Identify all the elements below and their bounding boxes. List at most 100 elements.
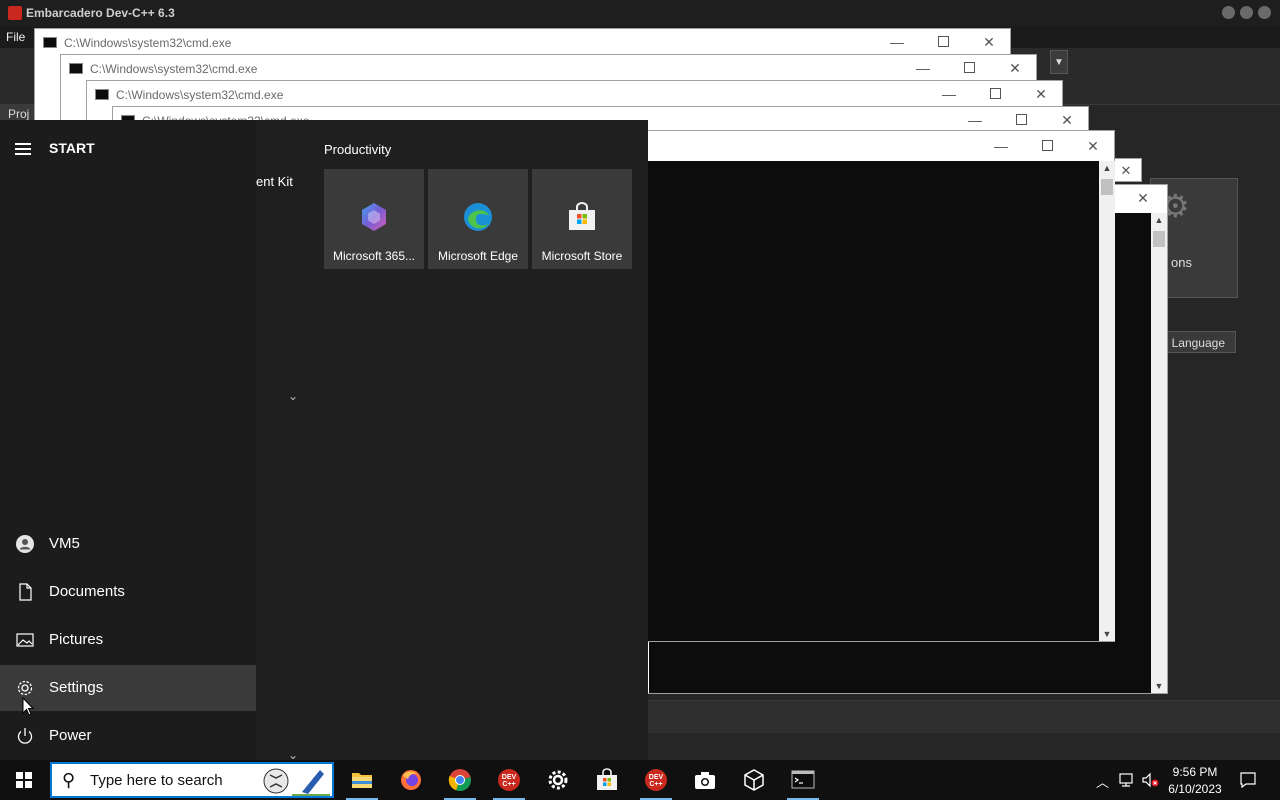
minimize-button[interactable]: — [929, 83, 969, 105]
taskbar-dev-cpp-2[interactable]: DEV C++ [632, 760, 680, 800]
clock-date: 6/10/2023 [1168, 782, 1222, 796]
cmd-title: C:\Windows\system32\cmd.exe [116, 88, 284, 102]
tile-label: Microsoft 365... [332, 249, 416, 263]
tile-microsoft-edge[interactable]: Microsoft Edge [428, 169, 528, 269]
power-icon [17, 728, 33, 744]
taskbar-search[interactable]: ⚲ [50, 762, 334, 798]
devcpp-title: Embarcadero Dev-C++ 6.3 [26, 6, 175, 20]
maximize-button[interactable] [923, 31, 963, 53]
cmd-titlebar: C:\Windows\system32\cmd.exe — ✕ [61, 55, 1036, 81]
minimize-button[interactable] [1222, 6, 1235, 19]
notification-center-icon[interactable] [1239, 771, 1257, 789]
dev-cpp-icon: DEVC++ [498, 769, 520, 791]
minimize-button[interactable]: — [903, 57, 943, 79]
search-input[interactable] [88, 771, 252, 790]
start-title: START [49, 140, 95, 156]
tile-group-title: Productivity [324, 142, 392, 157]
user-icon [16, 535, 34, 553]
folder-icon [352, 773, 372, 788]
tile-microsoft-store[interactable]: Microsoft Store [532, 169, 632, 269]
menu-file[interactable]: File [6, 30, 25, 44]
tile-microsoft-365[interactable]: Microsoft 365... [324, 169, 424, 269]
cmd-titlebar: C:\Windows\system32\cmd.exe — ✕ [87, 81, 1062, 107]
minimize-button[interactable]: — [955, 109, 995, 131]
cmd-titlebar: C:\Windows\system32\cmd.exe — ✕ [35, 29, 1010, 55]
side-item-label: VM5 [49, 535, 80, 552]
cube-icon [744, 769, 764, 791]
maximize-button[interactable] [1027, 135, 1067, 157]
show-hidden-icons-chevron-icon[interactable]: ︿ [1096, 772, 1109, 791]
side-item-label: Pictures [49, 631, 104, 648]
pictures-icon [16, 633, 34, 647]
minimize-button[interactable]: — [981, 135, 1021, 157]
cmd-title: C:\Windows\system32\cmd.exe [64, 36, 232, 50]
scroll-up-arrow[interactable]: ▲ [1151, 215, 1167, 225]
svg-text:C++: C++ [502, 781, 515, 788]
start-power[interactable]: Power [0, 713, 256, 759]
chevron-down-icon[interactable]: ⌄ [288, 389, 298, 403]
scroll-down-arrow[interactable]: ▼ [1151, 681, 1167, 691]
cmd-title: C:\Windows\system32\cmd.exe [90, 62, 258, 76]
start-pictures[interactable]: Pictures [0, 617, 256, 663]
side-item-label: Documents [49, 583, 125, 600]
network-icon[interactable] [1118, 772, 1134, 788]
scroll-thumb[interactable] [1153, 231, 1165, 247]
scroll-up-arrow[interactable]: ▲ [1099, 163, 1115, 173]
toolbar-dropdown-button[interactable]: ▼ [1050, 50, 1068, 74]
taskbar-camera[interactable] [681, 760, 729, 800]
welcome-options-label: ons [1171, 255, 1192, 270]
start-menu-sidebar [0, 120, 256, 760]
devcpp-statusbar [648, 700, 1280, 733]
taskbar-chrome[interactable] [436, 760, 484, 800]
close-button[interactable]: ✕ [1123, 187, 1163, 209]
document-icon [19, 583, 32, 601]
command-prompt-icon [791, 770, 815, 789]
gear-icon [17, 680, 33, 696]
microsoft-365-icon [362, 203, 386, 231]
gear-icon [548, 770, 568, 790]
dev-cpp-icon: DEVC++ [645, 769, 667, 791]
search-highlight-image [262, 766, 330, 796]
taskbar-clock[interactable]: 9:56 PM 6/10/2023 [1160, 764, 1230, 798]
scroll-down-arrow[interactable]: ▼ [1099, 629, 1115, 639]
maximize-button[interactable] [1240, 6, 1253, 19]
taskbar: ⚲ DEVC++ DEVC++ [0, 760, 1280, 800]
maximize-button[interactable] [949, 57, 989, 79]
close-button[interactable] [1258, 6, 1271, 19]
hamburger-menu-icon[interactable] [15, 140, 31, 158]
cmd-window-5[interactable]: — ✕ ▲ ▼ [600, 130, 1115, 642]
volume-muted-icon[interactable] [1141, 772, 1159, 788]
maximize-button[interactable] [975, 83, 1015, 105]
maximize-button[interactable] [1001, 109, 1041, 131]
start-button[interactable] [0, 760, 48, 800]
taskbar-settings[interactable] [534, 760, 582, 800]
scroll-thumb[interactable] [1101, 179, 1113, 195]
cmd-icon [69, 63, 83, 74]
taskbar-dev-cpp[interactable]: DEV C++ [485, 760, 533, 800]
start-user-vm5[interactable]: VM5 [0, 521, 256, 567]
taskbar-3d-viewer[interactable] [730, 760, 778, 800]
app-list-item[interactable]: ent Kit [256, 174, 293, 189]
devcpp-titlebar: Embarcadero Dev-C++ 6.3 [0, 0, 1280, 26]
close-button[interactable]: ✕ [1073, 135, 1113, 157]
tile-label: Microsoft Edge [437, 249, 519, 263]
close-button[interactable]: ✕ [1047, 109, 1087, 131]
taskbar-command-prompt[interactable] [779, 760, 827, 800]
clock-time: 9:56 PM [1172, 765, 1218, 779]
taskbar-file-explorer[interactable] [338, 760, 386, 800]
scrollbar[interactable]: ▲ ▼ [1099, 161, 1115, 641]
console-area[interactable] [601, 161, 1099, 641]
close-button[interactable]: ✕ [1021, 83, 1061, 105]
chrome-icon [448, 769, 471, 792]
svg-text:C++: C++ [649, 781, 662, 788]
close-button[interactable]: ✕ [969, 31, 1009, 53]
firefox-icon [401, 770, 421, 790]
scrollbar[interactable]: ▲ ▼ [1151, 213, 1167, 693]
store-icon [597, 768, 617, 790]
taskbar-microsoft-store[interactable] [583, 760, 631, 800]
taskbar-firefox[interactable] [387, 760, 435, 800]
minimize-button[interactable]: — [877, 31, 917, 53]
close-button[interactable]: ✕ [995, 57, 1035, 79]
start-settings[interactable]: Settings [0, 665, 256, 711]
start-documents[interactable]: Documents [0, 569, 256, 615]
